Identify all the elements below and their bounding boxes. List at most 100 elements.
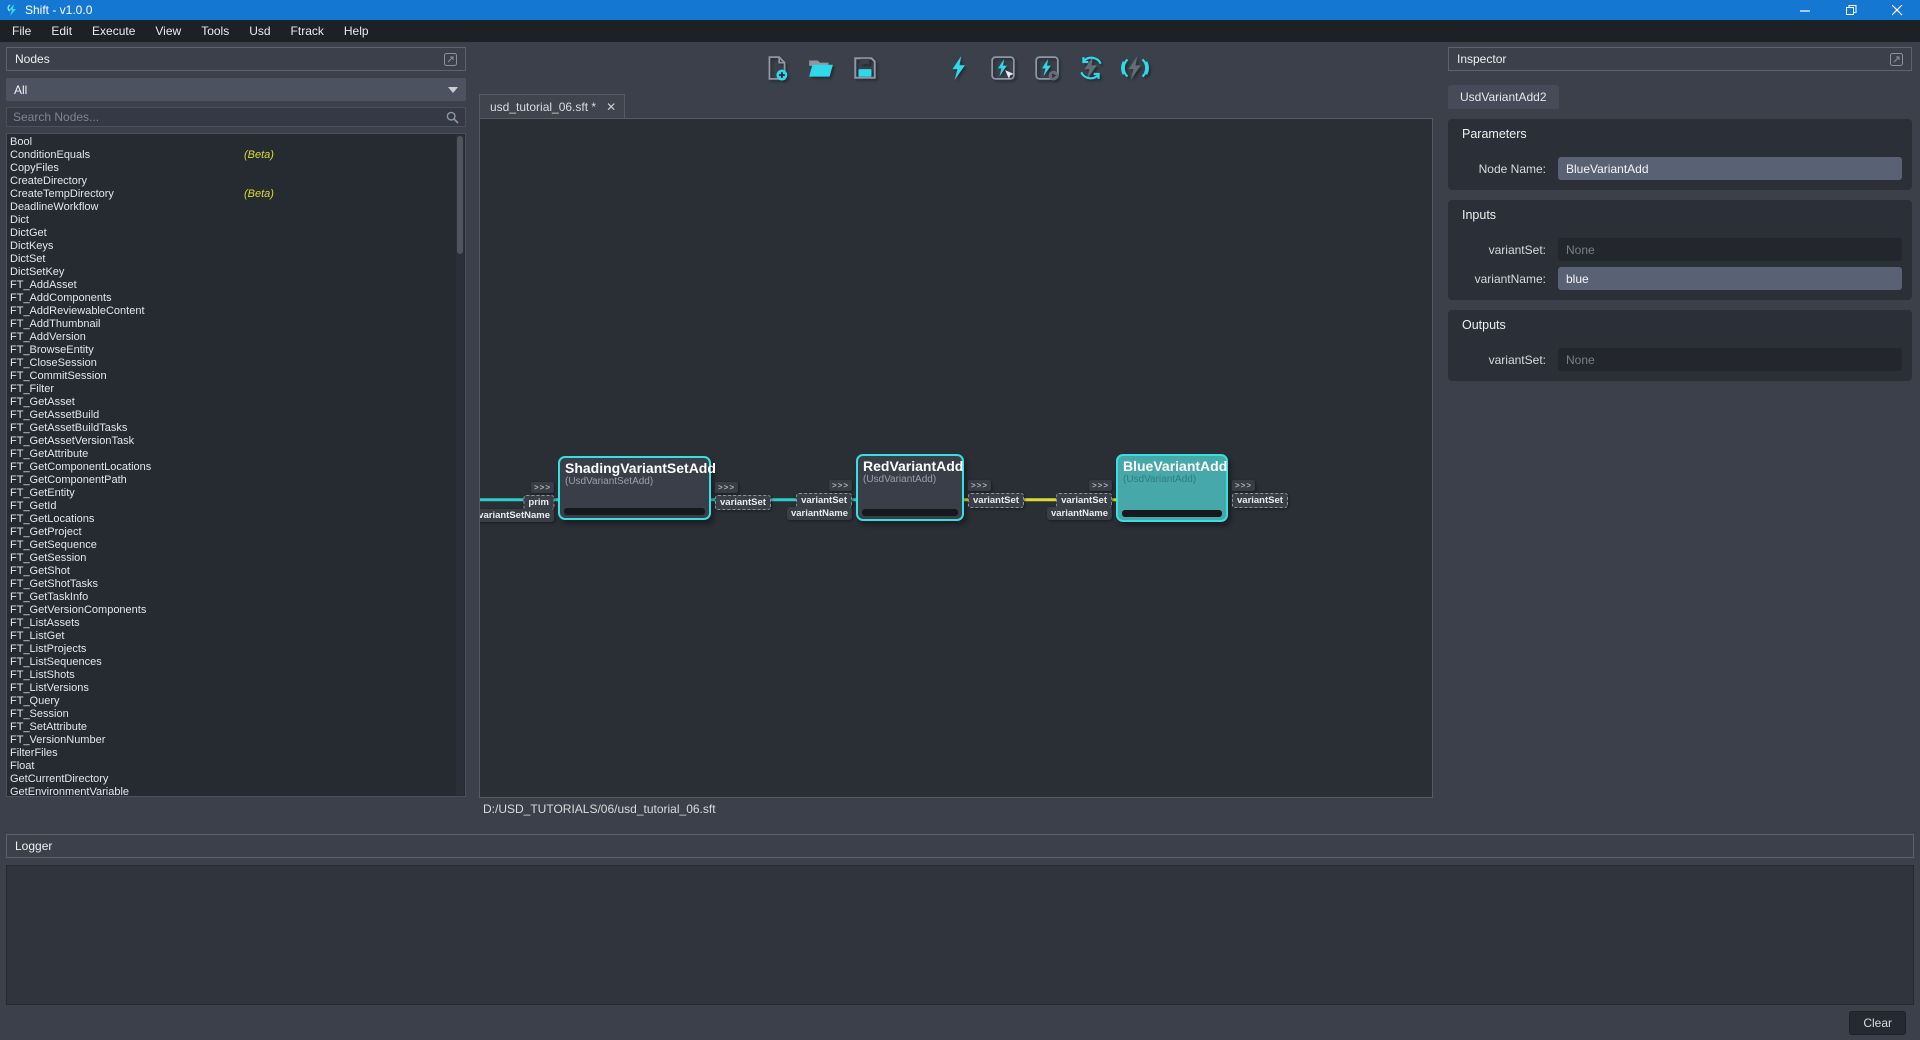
list-item[interactable]: FT_ListVersions — [7, 682, 465, 695]
node-type-label: (UsdVariantAdd) — [858, 474, 962, 485]
list-item[interactable]: FT_GetProject — [7, 526, 465, 539]
output-port-variantSet[interactable]: variantSet — [968, 493, 1024, 508]
input-port-variantSetName[interactable]: variantSetName — [479, 509, 554, 522]
inspector-tab-usdvariantadd2[interactable]: UsdVariantAdd2 — [1448, 85, 1559, 109]
list-item[interactable]: FT_GetSequence — [7, 539, 465, 552]
search-nodes-input[interactable]: Search Nodes... — [6, 107, 466, 127]
graph-node-shadingvariantsetadd[interactable]: ShadingVariantSetAdd(UsdVariantSetAdd) — [558, 456, 711, 520]
list-item[interactable]: DictSetKey — [7, 266, 465, 279]
list-item[interactable]: DictSet — [7, 253, 465, 266]
list-item[interactable]: CopyFiles — [7, 162, 465, 175]
output-port-variantSet[interactable]: variantSet — [1232, 493, 1288, 508]
list-item[interactable]: FT_GetShotTasks — [7, 578, 465, 591]
field-input-variantname[interactable]: blue — [1558, 267, 1902, 290]
output-port-variantSet[interactable]: variantSet — [715, 495, 771, 510]
list-item[interactable]: FT_Session — [7, 708, 465, 721]
tab-usd-tutorial-06[interactable]: usd_tutorial_06.sft * ✕ — [479, 94, 625, 118]
close-button[interactable] — [1874, 0, 1920, 20]
field-row: variantSet:None — [1458, 238, 1902, 261]
list-item[interactable]: FT_GetId — [7, 500, 465, 513]
list-item[interactable]: DictKeys — [7, 240, 465, 253]
list-item[interactable]: Dict — [7, 214, 465, 227]
list-item[interactable]: DeadlineWorkflow — [7, 201, 465, 214]
popout-icon[interactable] — [444, 53, 457, 66]
menu-file[interactable]: File — [2, 20, 41, 42]
menu-edit[interactable]: Edit — [41, 20, 82, 42]
new-file-icon[interactable] — [762, 53, 792, 83]
menu-view[interactable]: View — [145, 20, 191, 42]
list-item[interactable]: Bool — [7, 136, 465, 149]
list-item[interactable]: FT_GetShot — [7, 565, 465, 578]
input-port-variantSet[interactable]: variantSet — [796, 493, 852, 508]
list-item[interactable]: FT_ListAssets — [7, 617, 465, 630]
open-file-icon[interactable] — [806, 53, 836, 83]
tab-close-icon[interactable]: ✕ — [606, 100, 616, 114]
list-item[interactable]: FilterFiles — [7, 747, 465, 760]
execute-live-icon[interactable] — [1120, 53, 1150, 83]
minimize-button[interactable] — [1782, 0, 1828, 20]
list-item[interactable]: CreateDirectory — [7, 175, 465, 188]
menu-ftrack[interactable]: Ftrack — [281, 20, 334, 42]
list-item[interactable]: FT_SetAttribute — [7, 721, 465, 734]
restore-button[interactable] — [1828, 0, 1874, 20]
list-item[interactable]: FT_GetLocations — [7, 513, 465, 526]
list-item[interactable]: GetEnvironmentVariable — [7, 786, 465, 797]
list-item[interactable]: CreateTempDirectory(Beta) — [7, 188, 465, 201]
list-item[interactable]: FT_BrowseEntity — [7, 344, 465, 357]
menu-tools[interactable]: Tools — [191, 20, 239, 42]
list-item[interactable]: FT_ListSequences — [7, 656, 465, 669]
menu-execute[interactable]: Execute — [82, 20, 145, 42]
node-type-list: BoolConditionEquals(Beta)CopyFilesCreate… — [6, 133, 466, 797]
node-filter-dropdown[interactable]: All — [6, 78, 466, 101]
input-port-variantName[interactable]: variantName — [1047, 507, 1112, 520]
list-item[interactable]: FT_GetAssetVersionTask — [7, 435, 465, 448]
list-item[interactable]: FT_AddReviewableContent — [7, 305, 465, 318]
list-item[interactable]: FT_GetAttribute — [7, 448, 465, 461]
graph-node-bluevariantadd[interactable]: BlueVariantAdd(UsdVariantAdd) — [1116, 454, 1228, 522]
inspector-section-outputs: OutputsvariantSet:None — [1448, 310, 1912, 381]
node-graph-canvas[interactable]: ShadingVariantSetAdd(UsdVariantSetAdd) >>… — [479, 118, 1433, 798]
list-item[interactable]: FT_AddVersion — [7, 331, 465, 344]
list-item[interactable]: FT_ListGet — [7, 630, 465, 643]
list-item[interactable]: DictGet — [7, 227, 465, 240]
list-item[interactable]: FT_Query — [7, 695, 465, 708]
node-type-label: (UsdVariantSetAdd) — [560, 476, 709, 487]
list-item[interactable]: FT_AddComponents — [7, 292, 465, 305]
list-item[interactable]: FT_GetAssetBuildTasks — [7, 422, 465, 435]
clear-log-button[interactable]: Clear — [1849, 1011, 1906, 1035]
menu-help[interactable]: Help — [334, 20, 379, 42]
list-item[interactable]: FT_CommitSession — [7, 370, 465, 383]
field-input-nodename[interactable]: BlueVariantAdd — [1558, 157, 1902, 180]
list-item[interactable]: FT_ListShots — [7, 669, 465, 682]
list-item[interactable]: FT_GetAsset — [7, 396, 465, 409]
list-item[interactable]: GetCurrentDirectory — [7, 773, 465, 786]
list-item[interactable]: FT_CloseSession — [7, 357, 465, 370]
execute-icon[interactable] — [944, 53, 974, 83]
menu-usd[interactable]: Usd — [239, 20, 280, 42]
execute-selected-icon[interactable] — [988, 53, 1018, 83]
input-port-prim[interactable]: prim — [523, 495, 554, 510]
save-file-icon[interactable] — [850, 53, 880, 83]
list-item[interactable]: FT_AddAsset — [7, 279, 465, 292]
input-ports-badge: >>> — [829, 480, 852, 491]
execute-refresh-icon[interactable] — [1076, 53, 1106, 83]
list-item[interactable]: FT_GetEntity — [7, 487, 465, 500]
list-item[interactable]: FT_GetTaskInfo — [7, 591, 465, 604]
popout-icon[interactable] — [1890, 53, 1903, 66]
list-item[interactable]: FT_AddThumbnail — [7, 318, 465, 331]
list-item[interactable]: FT_GetComponentLocations — [7, 461, 465, 474]
execute-stop-after-icon[interactable] — [1032, 53, 1062, 83]
list-item[interactable]: FT_Filter — [7, 383, 465, 396]
list-item[interactable]: FT_VersionNumber — [7, 734, 465, 747]
input-port-variantName[interactable]: variantName — [787, 507, 852, 520]
list-item[interactable]: FT_GetSession — [7, 552, 465, 565]
list-item[interactable]: FT_GetAssetBuild — [7, 409, 465, 422]
list-item[interactable]: FT_GetComponentPath — [7, 474, 465, 487]
list-item[interactable]: FT_GetVersionComponents — [7, 604, 465, 617]
list-item[interactable]: FT_ListProjects — [7, 643, 465, 656]
input-port-variantSet[interactable]: variantSet — [1056, 493, 1112, 508]
list-item[interactable]: ConditionEquals(Beta) — [7, 149, 465, 162]
logger-panel: Logger Clear — [0, 828, 1920, 1040]
graph-node-redvariantadd[interactable]: RedVariantAdd(UsdVariantAdd) — [856, 454, 964, 521]
list-item[interactable]: Float — [7, 760, 465, 773]
